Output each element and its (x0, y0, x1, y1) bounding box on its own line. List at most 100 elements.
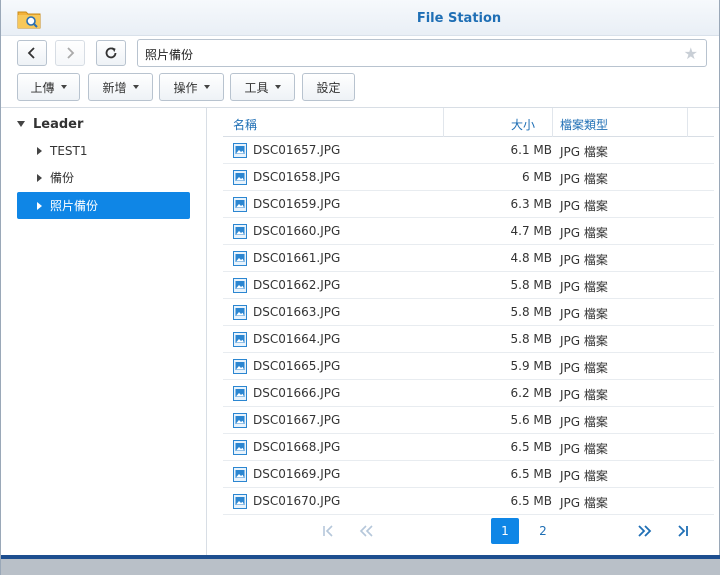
file-type: JPG 檔案 (560, 199, 608, 213)
pagination: 1 2 (223, 516, 714, 548)
table-row[interactable]: DSC01665.JPG 5.9 MB JPG 檔案 (223, 353, 714, 380)
action-button[interactable]: 操作 (159, 73, 224, 101)
file-type: JPG 檔案 (560, 361, 608, 375)
image-file-icon (233, 251, 247, 266)
table-row[interactable]: DSC01659.JPG 6.3 MB JPG 檔案 (223, 191, 714, 218)
file-name: DSC01659.JPG (253, 197, 341, 211)
double-chevron-right-icon (638, 525, 652, 537)
tools-button[interactable]: 工具 (230, 73, 295, 101)
forward-button[interactable] (55, 40, 85, 66)
image-file-icon (233, 332, 247, 347)
table-row[interactable]: DSC01667.JPG 5.6 MB JPG 檔案 (223, 407, 714, 434)
previous-page-button[interactable] (355, 518, 377, 544)
file-name: DSC01661.JPG (253, 251, 341, 265)
file-size: 5.8 MB (510, 278, 552, 292)
caret-down-icon (60, 85, 67, 89)
expand-right-icon[interactable] (37, 146, 42, 155)
file-name: DSC01665.JPG (253, 359, 341, 373)
table-row[interactable]: DSC01664.JPG 5.8 MB JPG 檔案 (223, 326, 714, 353)
tree-item-backup[interactable]: 備份 (17, 164, 190, 191)
navigation-bar: 照片備份 ★ (1, 36, 719, 70)
table-row[interactable]: DSC01670.JPG 6.5 MB JPG 檔案 (223, 488, 714, 515)
table-row[interactable]: DSC01660.JPG 4.7 MB JPG 檔案 (223, 218, 714, 245)
first-page-button[interactable] (317, 518, 339, 544)
file-size: 6.2 MB (510, 386, 552, 400)
expand-right-icon[interactable] (37, 201, 42, 210)
column-divider[interactable] (687, 108, 688, 137)
path-field[interactable]: 照片備份 ★ (137, 39, 707, 67)
tree-item-label: 照片備份 (50, 199, 99, 213)
file-name: DSC01669.JPG (253, 467, 341, 481)
star-icon[interactable]: ★ (684, 44, 698, 63)
table-row[interactable]: DSC01662.JPG 5.8 MB JPG 檔案 (223, 272, 714, 299)
upload-button[interactable]: 上傳 (17, 73, 80, 101)
file-name: DSC01658.JPG (253, 170, 341, 184)
chevron-right-icon (67, 47, 75, 59)
back-button[interactable] (17, 40, 47, 66)
file-name: DSC01657.JPG (253, 143, 341, 157)
window-title: File Station (416, 11, 502, 26)
image-file-icon (233, 386, 247, 401)
file-name: DSC01666.JPG (253, 386, 341, 400)
image-file-icon (233, 494, 247, 509)
caret-down-icon (132, 85, 139, 89)
tools-label: 工具 (244, 80, 269, 95)
page-button-2[interactable]: 2 (529, 518, 557, 544)
file-size: 6.3 MB (510, 197, 552, 211)
expand-right-icon[interactable] (37, 173, 42, 182)
expand-down-icon[interactable] (17, 121, 25, 127)
file-name: DSC01667.JPG (253, 413, 341, 427)
tree-item-test1[interactable]: TEST1 (17, 137, 190, 164)
caret-down-icon (203, 85, 210, 89)
image-file-icon (233, 440, 247, 455)
file-size: 5.6 MB (510, 413, 552, 427)
page-button-1[interactable]: 1 (491, 518, 519, 544)
tree-root-leader[interactable]: Leader (17, 114, 83, 134)
file-size: 6 MB (521, 170, 552, 184)
image-file-icon (233, 170, 247, 185)
table-row[interactable]: DSC01669.JPG 6.5 MB JPG 檔案 (223, 461, 714, 488)
caret-down-icon (274, 85, 281, 89)
double-chevron-left-icon (359, 525, 373, 537)
image-file-icon (233, 413, 247, 428)
image-file-icon (233, 278, 247, 293)
table-row[interactable]: DSC01666.JPG 6.2 MB JPG 檔案 (223, 380, 714, 407)
create-button[interactable]: 新增 (88, 73, 153, 101)
folder-tree: Leader TEST1 備份 照片備份 (1, 108, 207, 555)
column-header-type[interactable]: 檔案類型 (560, 116, 608, 133)
last-page-button[interactable] (672, 518, 694, 544)
file-size: 6.1 MB (510, 143, 552, 157)
refresh-icon (105, 47, 117, 59)
file-name: DSC01664.JPG (253, 332, 341, 346)
file-name: DSC01663.JPG (253, 305, 341, 319)
current-path: 照片備份 (145, 48, 194, 62)
file-type: JPG 檔案 (560, 226, 608, 240)
table-row[interactable]: DSC01661.JPG 4.8 MB JPG 檔案 (223, 245, 714, 272)
table-row[interactable]: DSC01663.JPG 5.8 MB JPG 檔案 (223, 299, 714, 326)
tree-item-photo-backup[interactable]: 照片備份 (17, 192, 190, 219)
file-station-window: File Station 照片備份 ★ 上傳 新增 操作 工具 設定 Leade… (0, 0, 720, 575)
table-row[interactable]: DSC01668.JPG 6.5 MB JPG 檔案 (223, 434, 714, 461)
table-row[interactable]: DSC01657.JPG 6.1 MB JPG 檔案 (223, 137, 714, 164)
file-type: JPG 檔案 (560, 145, 608, 159)
chevron-left-icon (27, 47, 35, 59)
file-type: JPG 檔案 (560, 496, 608, 510)
table-row[interactable]: DSC01658.JPG 6 MB JPG 檔案 (223, 164, 714, 191)
column-header-name[interactable]: 名稱 (233, 116, 257, 133)
title-bar: File Station (1, 0, 719, 36)
file-size: 4.7 MB (510, 224, 552, 238)
file-name: DSC01662.JPG (253, 278, 341, 292)
column-divider[interactable] (552, 108, 553, 137)
image-file-icon (233, 305, 247, 320)
desktop-background (1, 559, 720, 575)
column-divider[interactable] (443, 108, 444, 137)
next-page-button[interactable] (634, 518, 656, 544)
file-type: JPG 檔案 (560, 307, 608, 321)
file-name: DSC01660.JPG (253, 224, 341, 238)
file-size: 4.8 MB (510, 251, 552, 265)
refresh-button[interactable] (96, 40, 126, 66)
settings-button[interactable]: 設定 (302, 73, 355, 101)
file-list: 名稱 大小 檔案類型 DSC01657.JPG 6.1 MB JPG 檔案 DSC01… (223, 108, 714, 516)
table-header: 名稱 大小 檔案類型 (223, 108, 714, 137)
column-header-size[interactable]: 大小 (511, 116, 535, 133)
